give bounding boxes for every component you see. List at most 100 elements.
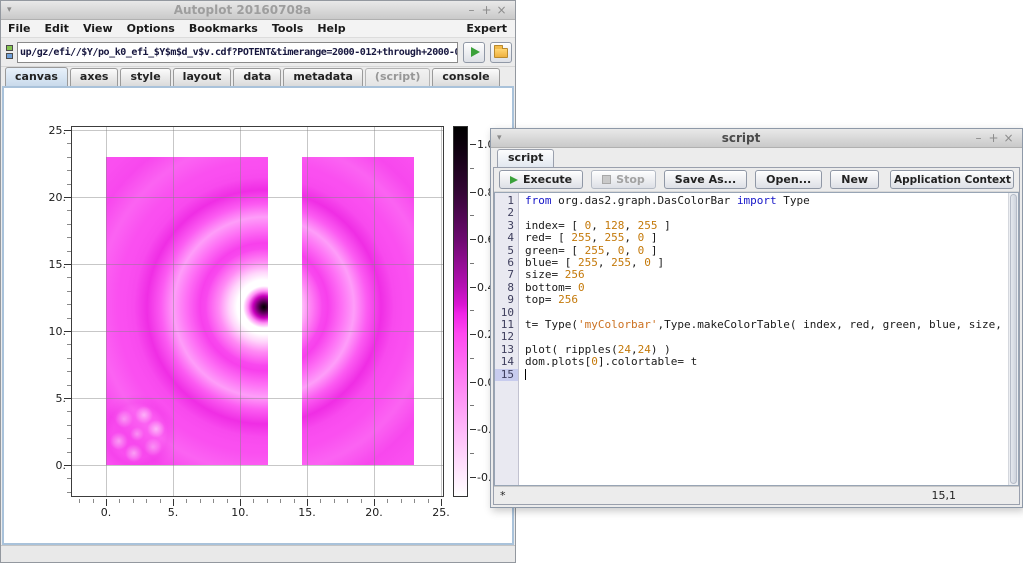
tab-data[interactable]: data [233,68,282,86]
colorbar-major-tick [470,239,476,240]
code-token: ,Type.makeColorTable( index, red, green,… [657,318,1018,332]
main-titlebar[interactable]: ▾ Autoplot 20160708a – + × [1,1,515,20]
minimize-button[interactable]: – [971,129,986,148]
x-minor-tick [186,499,188,503]
tab-script[interactable]: (script) [364,68,431,86]
x-minor-tick [293,499,295,503]
maximize-button[interactable]: + [986,129,1001,148]
code-line: from org.das2.graph.DasColorBar import T… [525,194,1018,207]
code-line [525,368,1018,381]
new-button[interactable]: New [830,170,880,189]
code-token: ] [650,256,665,270]
code-token: 255 [637,218,658,232]
open-button[interactable]: Open... [755,170,823,189]
x-minor-tick [333,499,335,503]
code-token: dom.plots[ [525,355,592,369]
uri-input[interactable]: up/gz/efi//$Y/po_k0_efi_$Y$m$d_v$v.cdf?P… [17,41,458,63]
x-minor-tick [213,499,215,503]
code-text[interactable]: from org.das2.graph.DasColorBar import T… [519,193,1018,485]
minimize-button[interactable]: – [464,1,479,20]
gridline-vertical [240,127,241,496]
gridline-horizontal [72,465,443,466]
code-token: , [624,231,638,245]
code-token: ].colortable= t [597,355,698,369]
code-token: Type [776,194,810,207]
menu-options[interactable]: Options [120,20,182,38]
x-major-tick [106,499,107,506]
close-button[interactable]: × [494,1,509,20]
window-shade-icon[interactable]: ▾ [497,133,511,143]
script-window: ▾ script – + × script Execute Stop Save … [490,128,1023,508]
y-minor-tick [67,304,71,306]
y-minor-tick [67,451,71,453]
code-token: ] [644,231,658,245]
line-number: 14 [500,355,514,369]
stop-button[interactable]: Stop [591,170,656,189]
datasource-blue-square-icon [6,53,13,59]
tab-canvas[interactable]: canvas [5,67,68,86]
code-token: blue= [ [525,256,578,270]
scrollbar-thumb[interactable] [1010,194,1017,484]
menu-view[interactable]: View [76,20,120,38]
script-panel: Execute Stop Save As... Open... New Appl… [493,167,1020,505]
desktop: ▾ Autoplot 20160708a – + × File Edit View O… [0,0,1023,563]
plot-area[interactable]: 0. 5. 10. 15. 20. 25. 25. 20. 15. 10. 5. 0. [49,124,450,519]
tab-axes[interactable]: axes [69,68,119,86]
x-minor-tick [199,499,201,503]
folder-icon [494,45,508,58]
code-token: , [630,342,638,356]
x-minor-tick [320,499,322,503]
tab-layout[interactable]: layout [172,68,232,86]
execute-button[interactable]: Execute [499,170,584,189]
script-titlebar[interactable]: ▾ script – + × [491,129,1022,148]
code-token: 0 [577,280,585,294]
tab-style[interactable]: style [120,68,171,86]
context-combobox[interactable]: Application Context [890,170,1014,189]
browse-button[interactable] [490,41,512,63]
main-window-title: Autoplot 20160708a [173,3,312,17]
code-token: red= [ [525,231,572,245]
menu-edit[interactable]: Edit [38,20,76,38]
code-line: size= 256 [525,269,1018,281]
y-tick-label: 25. [48,124,67,137]
line-number: 2 [507,206,514,220]
canvas-panel[interactable]: 0. 5. 10. 15. 20. 25. 25. 20. 15. 10. 5. 0. 1.0 0.8 0… [2,86,514,545]
text-caret [525,368,526,380]
y-minor-tick [67,143,71,145]
data-fill-gap [268,157,302,465]
tab-console[interactable]: console [432,68,500,86]
code-token: , [630,256,645,270]
code-token: 'myColorbar' [577,318,658,332]
code-token: bottom= [525,280,578,294]
tab-metadata[interactable]: metadata [283,68,363,86]
colorbar-major-tick [470,286,476,288]
window-shade-icon[interactable]: ▾ [7,5,21,15]
x-minor-tick [159,499,161,503]
code-token: 255 [584,243,605,257]
expert-mode-label[interactable]: Expert [458,22,515,35]
colorbar[interactable] [453,126,468,497]
code-editor[interactable]: 1 2 3 4 5 6 7 8 9 10 11 12 13 14 15 from org.das2.grap… [494,192,1019,486]
code-token: 256 [564,268,585,282]
y-minor-tick [67,210,71,212]
x-minor-tick [253,499,255,503]
code-token: from [525,194,552,207]
menu-bookmarks[interactable]: Bookmarks [182,20,265,38]
maximize-button[interactable]: + [479,1,494,20]
save-as-button[interactable]: Save As... [663,170,748,189]
x-minor-tick [360,499,362,503]
heatmap-data [106,157,414,465]
menu-tools[interactable]: Tools [265,20,310,38]
datasource-type-icon [4,44,15,60]
go-button[interactable] [463,41,485,63]
editor-scrollbar[interactable] [1008,193,1018,485]
new-label: New [841,173,869,186]
x-minor-tick [132,499,134,503]
tab-script[interactable]: script [497,149,555,167]
x-major-tick [374,499,375,506]
y-minor-tick [67,371,71,373]
menu-help[interactable]: Help [310,20,352,38]
code-token: 24 [637,342,651,356]
close-button[interactable]: × [1001,129,1016,148]
menu-file[interactable]: File [1,20,38,38]
